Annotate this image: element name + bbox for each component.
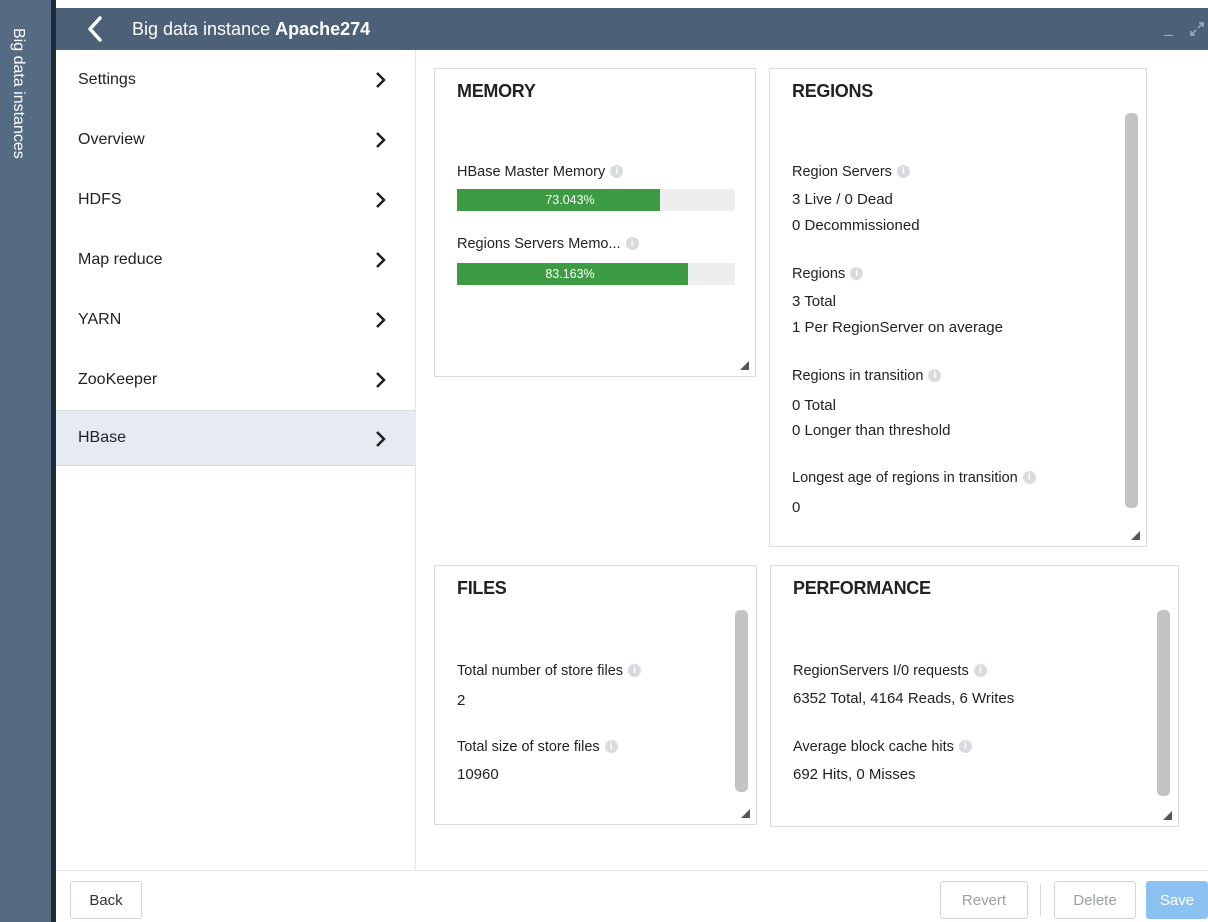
regions-label: Regions <box>792 266 846 282</box>
save-button[interactable]: Save <box>1146 881 1208 919</box>
hbase-master-memory-label: HBase Master Memory <box>457 164 606 180</box>
nav-item-map-reduce[interactable]: Map reduce <box>56 230 415 290</box>
nav-item-label: YARN <box>78 311 122 328</box>
rail-label-big-data-instances[interactable]: Big data instances <box>9 28 27 159</box>
info-icon[interactable]: i <box>973 664 987 678</box>
store-files-size-value: 10960 <box>457 766 499 783</box>
memory-card: MEMORY HBase Master Memory i 73.043% Regi… <box>434 68 756 377</box>
store-files-size-field: Total size of store files i <box>457 738 618 756</box>
regions-total: 3 Total <box>792 293 836 310</box>
nav-item-yarn[interactable]: YARN <box>56 290 415 350</box>
region-servers-field: Region Servers i <box>792 163 910 181</box>
info-icon[interactable]: i <box>628 664 642 678</box>
resize-handle-icon[interactable] <box>741 809 750 818</box>
longest-age-field: Longest age of regions in transition i <box>792 469 1036 487</box>
region-servers-memory-value: 83.163% <box>545 267 595 281</box>
revert-button[interactable]: Revert <box>940 881 1028 919</box>
back-button[interactable]: Back <box>70 881 142 919</box>
performance-scrollbar[interactable] <box>1157 610 1170 796</box>
regions-per-server: 1 Per RegionServer on average <box>792 319 1003 336</box>
info-icon[interactable]: i <box>896 165 910 179</box>
block-cache-hits-value: 692 Hits, 0 Misses <box>793 766 916 783</box>
resize-handle-icon[interactable] <box>1131 531 1140 540</box>
region-servers-memory-bar: 83.163% <box>457 263 735 285</box>
io-requests-field: RegionServers I/0 requests i <box>793 662 987 680</box>
chevron-right-icon <box>376 132 386 148</box>
store-files-count-label: Total number of store files <box>457 663 624 679</box>
memory-card-title: MEMORY <box>457 81 536 101</box>
regions-field: Regions i <box>792 265 864 283</box>
regions-longer-than-threshold: 0 Longer than threshold <box>792 422 951 439</box>
files-card-title: FILES <box>457 578 507 598</box>
page-title-instance-name: Apache274 <box>275 19 371 39</box>
nav-item-hbase[interactable]: HBase <box>56 410 415 466</box>
regions-card-title: REGIONS <box>792 81 873 101</box>
delete-button[interactable]: Delete <box>1054 881 1136 919</box>
page-title-prefix: Big data instance <box>132 19 271 39</box>
nav-item-label: Overview <box>78 131 145 148</box>
info-icon[interactable]: i <box>928 369 942 383</box>
performance-card: PERFORMANCE RegionServers I/0 requests i … <box>770 565 1179 827</box>
chevron-right-icon <box>376 431 386 447</box>
regions-scrollbar[interactable] <box>1125 113 1138 508</box>
info-icon[interactable]: i <box>625 237 639 251</box>
page-title: Big data instance Apache274 <box>132 19 370 40</box>
store-files-count-value: 2 <box>457 692 466 709</box>
hbase-master-memory-field: HBase Master Memory i <box>457 163 624 181</box>
expand-icon[interactable] <box>1188 20 1206 38</box>
store-files-size-label: Total size of store files <box>457 739 600 755</box>
resize-handle-icon[interactable] <box>740 361 749 370</box>
chevron-right-icon <box>376 252 386 268</box>
regions-in-transition-total: 0 Total <box>792 397 836 414</box>
longest-age-value: 0 <box>792 499 801 516</box>
back-chevron-icon[interactable] <box>84 14 110 44</box>
io-requests-value: 6352 Total, 4164 Reads, 6 Writes <box>793 690 1015 707</box>
nav-item-hdfs[interactable]: HDFS <box>56 170 415 230</box>
hbase-master-memory-value: 73.043% <box>545 193 595 207</box>
nav-item-label: Settings <box>78 71 136 88</box>
chevron-right-icon <box>376 72 386 88</box>
io-requests-label: RegionServers I/0 requests <box>793 663 969 679</box>
info-icon[interactable]: i <box>850 267 864 281</box>
nav-item-zookeeper[interactable]: ZooKeeper <box>56 350 415 410</box>
chevron-right-icon <box>376 372 386 388</box>
store-files-count-field: Total number of store files i <box>457 662 642 680</box>
nav-item-label: HDFS <box>78 191 122 208</box>
block-cache-hits-label: Average block cache hits <box>793 739 954 755</box>
nav-item-label: Map reduce <box>78 251 163 268</box>
region-servers-live-dead: 3 Live / 0 Dead <box>792 191 893 208</box>
chevron-right-icon <box>376 312 386 328</box>
files-card: FILES Total number of store files i 2 Tot… <box>434 565 757 825</box>
resize-handle-icon[interactable] <box>1163 811 1172 820</box>
regions-in-transition-field: Regions in transition i <box>792 367 942 385</box>
nav-item-label: HBase <box>78 429 127 446</box>
left-rail: Big data instances <box>0 0 56 922</box>
info-icon[interactable]: i <box>610 165 624 179</box>
header-bar: Big data instance Apache274 _ <box>56 8 1208 50</box>
info-icon[interactable]: i <box>1022 471 1036 485</box>
nav-item-settings[interactable]: Settings <box>56 50 415 110</box>
regions-in-transition-label: Regions in transition <box>792 368 924 384</box>
footer-bar: Back Revert Delete Save <box>56 870 1208 922</box>
chevron-right-icon <box>376 192 386 208</box>
files-scrollbar[interactable] <box>735 610 748 792</box>
region-servers-memory-field: Regions Servers Memo... i <box>457 235 639 253</box>
longest-age-label: Longest age of regions in transition <box>792 470 1018 486</box>
nav-item-overview[interactable]: Overview <box>56 110 415 170</box>
info-icon[interactable]: i <box>604 740 618 754</box>
regions-card: REGIONS Region Servers i 3 Live / 0 Dead … <box>769 68 1147 547</box>
block-cache-hits-field: Average block cache hits i <box>793 738 972 756</box>
minimize-icon[interactable]: _ <box>1164 20 1180 40</box>
info-icon[interactable]: i <box>958 740 972 754</box>
region-servers-decommissioned: 0 Decommissioned <box>792 217 920 234</box>
performance-card-title: PERFORMANCE <box>793 578 931 598</box>
section-nav: Settings Overview HDFS Map reduce YARN Z… <box>56 50 416 870</box>
region-servers-memory-label: Regions Servers Memo... <box>457 236 621 252</box>
footer-divider <box>1040 883 1041 917</box>
region-servers-label: Region Servers <box>792 164 892 180</box>
nav-item-label: ZooKeeper <box>78 371 158 388</box>
hbase-master-memory-bar: 73.043% <box>457 189 735 211</box>
